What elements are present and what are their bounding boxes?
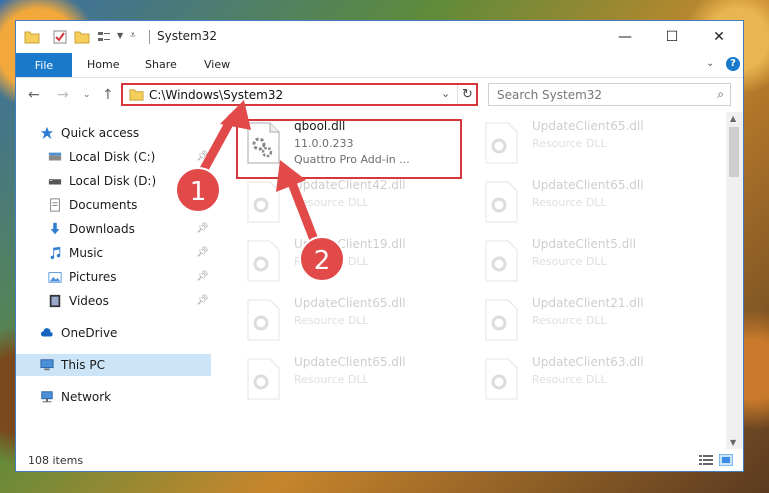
annotation-number-2: 2 [314,246,331,276]
tutorial-annotations: 1 2 [175,100,345,282]
annotation-arrow-2 [276,160,345,282]
annotation-arrow-1 [175,100,251,213]
annotation-number-1: 1 [190,177,207,207]
